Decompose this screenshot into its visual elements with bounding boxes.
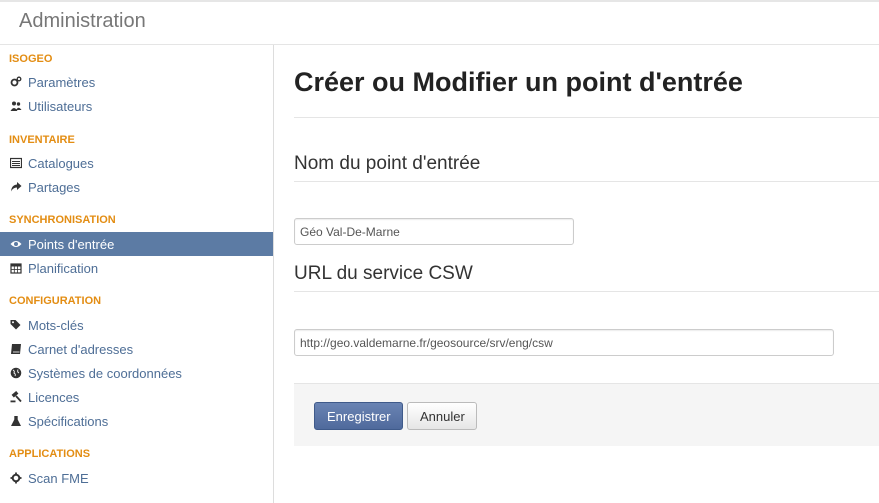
sidebar-item-label: Planification (28, 260, 99, 276)
name-field-label: Nom du point d'entrée (294, 153, 481, 174)
url-field-label: URL du service CSW (294, 263, 473, 284)
sidebar-item-label: Catalogues (28, 155, 94, 171)
sidebar-item-systemes-coordonnees[interactable]: Systèmes de coordonnées (0, 361, 273, 385)
sidebar-item-catalogues[interactable]: Catalogues (0, 151, 273, 175)
divider (294, 117, 879, 118)
section-header-inventaire: INVENTAIRE (9, 134, 75, 146)
sidebar-item-label: Partages (28, 179, 81, 195)
sidebar-item-planification[interactable]: Planification (0, 256, 273, 280)
cog-icon (9, 471, 23, 485)
sidebar-item-label: Spécifications (28, 413, 109, 429)
sidebar-item-label: Mots-clés (28, 317, 84, 333)
calendar-icon (9, 261, 23, 275)
eye-icon (9, 237, 23, 251)
save-button[interactable]: Enregistrer (314, 402, 403, 430)
sidebar-item-label: Systèmes de coordonnées (28, 365, 182, 381)
sidebar-item-mots-cles[interactable]: Mots-clés (0, 313, 273, 337)
brand-title[interactable]: Administration (19, 10, 146, 33)
sidebar-item-specifications[interactable]: Spécifications (0, 409, 273, 433)
sidebar: ISOGEO Paramètres Utilisateurs INVENTAIR… (0, 45, 274, 503)
sidebar-item-points-entree[interactable]: Points d'entrée (0, 232, 273, 256)
sidebar-item-label: Points d'entrée (28, 236, 115, 252)
flask-icon (9, 414, 23, 428)
sidebar-item-partages[interactable]: Partages (0, 175, 273, 199)
sidebar-item-utilisateurs[interactable]: Utilisateurs (0, 94, 273, 118)
sidebar-item-label: Scan FME (28, 470, 89, 486)
tags-icon (9, 318, 23, 332)
cancel-button[interactable]: Annuler (407, 402, 477, 430)
list-icon (9, 156, 23, 170)
users-icon (9, 99, 23, 113)
globe-icon (9, 366, 23, 380)
divider (294, 181, 879, 182)
main-content: Créer ou Modifier un point d'entrée Nom … (274, 45, 879, 503)
sidebar-item-parametres[interactable]: Paramètres (0, 70, 273, 94)
sidebar-item-label: Licences (28, 389, 80, 405)
top-navbar: Administration (0, 0, 879, 45)
form-actions: Enregistrer Annuler (294, 383, 879, 446)
sidebar-item-label: Carnet d'adresses (28, 341, 134, 357)
gavel-icon (9, 390, 23, 404)
url-input[interactable] (294, 329, 834, 356)
section-header-isogeo: ISOGEO (9, 53, 53, 65)
section-header-applications: APPLICATIONS (9, 448, 91, 460)
book-icon (9, 342, 23, 356)
sidebar-item-label: Utilisateurs (28, 98, 93, 114)
sidebar-item-scan-fme[interactable]: Scan FME (0, 466, 273, 490)
section-header-synchronisation: SYNCHRONISATION (9, 214, 116, 226)
sidebar-item-label: Paramètres (28, 74, 96, 90)
page-title: Créer ou Modifier un point d'entrée (294, 67, 743, 97)
name-input[interactable] (294, 218, 574, 245)
cogs-icon (9, 75, 23, 89)
section-header-configuration: CONFIGURATION (9, 295, 102, 307)
sidebar-item-carnet-adresses[interactable]: Carnet d'adresses (0, 337, 273, 361)
share-icon (9, 180, 23, 194)
divider (294, 291, 879, 292)
sidebar-item-licences[interactable]: Licences (0, 385, 273, 409)
